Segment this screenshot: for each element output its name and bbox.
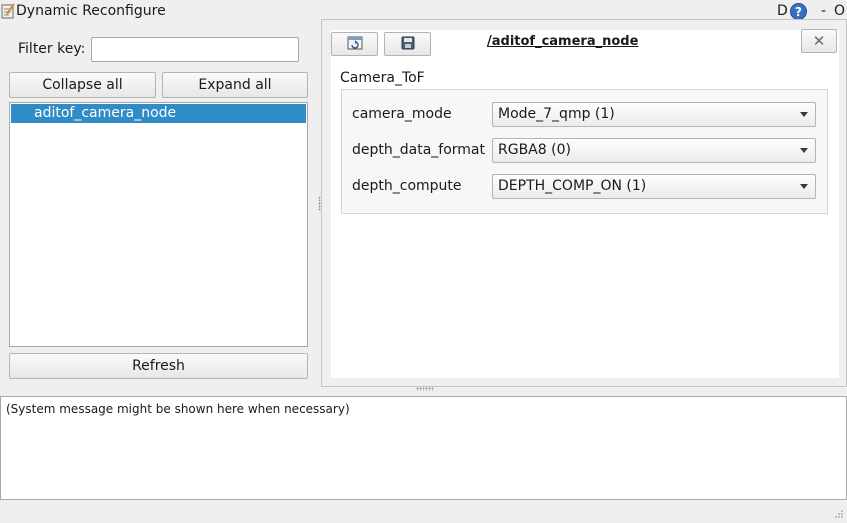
- camera-mode-value: Mode_7_qmp (1): [498, 106, 615, 122]
- close-node-button[interactable]: ✕: [801, 29, 837, 53]
- param-label-depth-data-format: depth_data_format: [352, 142, 485, 158]
- refresh-button[interactable]: Refresh: [9, 353, 308, 379]
- collapse-all-button[interactable]: Collapse all: [9, 72, 156, 98]
- camera-mode-dropdown[interactable]: Mode_7_qmp (1): [492, 102, 816, 127]
- filter-key-label: Filter key:: [18, 41, 86, 57]
- close-icon: ✕: [812, 32, 826, 50]
- expand-all-button[interactable]: Expand all: [162, 72, 308, 98]
- reload-params-button[interactable]: [331, 32, 378, 56]
- param-label-camera-mode: camera_mode: [352, 106, 452, 122]
- chevron-down-icon: [800, 184, 808, 189]
- status-message-area: (System message might be shown here when…: [0, 396, 847, 500]
- status-message-text: (System message might be shown here when…: [6, 402, 350, 416]
- param-label-depth-compute: depth_compute: [352, 178, 462, 194]
- depth-compute-dropdown[interactable]: DEPTH_COMP_ON (1): [492, 174, 816, 199]
- resize-grip-icon[interactable]: [833, 508, 844, 519]
- save-icon: [401, 36, 414, 50]
- depth-data-format-value: RGBA8 (0): [498, 142, 571, 158]
- help-icon[interactable]: ?: [790, 3, 807, 20]
- horizontal-splitter-handle[interactable]: [416, 387, 434, 391]
- node-name-title: /aditof_camera_node: [487, 34, 639, 49]
- chevron-down-icon: [800, 112, 808, 117]
- window-title: Dynamic Reconfigure: [16, 3, 166, 19]
- reload-params-icon: [347, 36, 362, 50]
- title-d-label: D: [777, 3, 788, 19]
- depth-data-format-dropdown[interactable]: RGBA8 (0): [492, 138, 816, 163]
- tree-item-aditof-camera-node[interactable]: aditof_camera_node: [11, 104, 306, 123]
- close-window-button[interactable]: O: [834, 3, 845, 19]
- depth-compute-value: DEPTH_COMP_ON (1): [498, 178, 647, 194]
- node-tree[interactable]: aditof_camera_node: [9, 102, 308, 347]
- minimize-button[interactable]: -: [821, 3, 826, 19]
- filter-key-input[interactable]: [91, 37, 299, 62]
- save-params-button[interactable]: [384, 32, 431, 56]
- group-name-label: Camera_ToF: [340, 70, 425, 86]
- app-notepad-icon: [1, 3, 15, 19]
- chevron-down-icon: [800, 148, 808, 153]
